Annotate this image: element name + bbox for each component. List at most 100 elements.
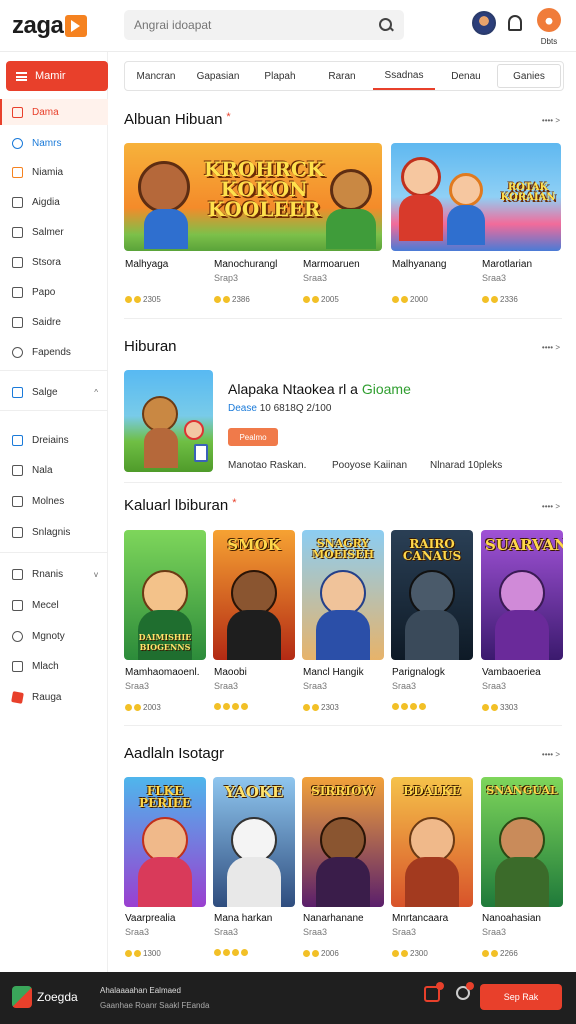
pin-icon bbox=[12, 196, 23, 208]
sidebar-item-16[interactable]: Mecel bbox=[0, 592, 108, 618]
sidebar-item-14[interactable]: Snlagnis bbox=[0, 519, 108, 545]
sidebar-item-13[interactable]: Molnes bbox=[0, 488, 108, 514]
tile-art-text: RAIRO CANAUS bbox=[402, 537, 462, 563]
card-title[interactable]: Parignalogk bbox=[392, 667, 445, 678]
coin-icon bbox=[232, 703, 239, 710]
card-title[interactable]: Malhyaga bbox=[125, 259, 168, 270]
coin-icon bbox=[410, 703, 417, 710]
tab-6[interactable]: Denau bbox=[435, 62, 497, 90]
sidebar-item-11[interactable]: Dreiains bbox=[0, 427, 108, 453]
card-subtitle: Sraa3 bbox=[303, 927, 328, 937]
footer-cta-button[interactable]: Sep Rak bbox=[480, 984, 562, 1010]
game-tile[interactable]: BDALKE bbox=[391, 777, 473, 907]
tab-4[interactable]: Raran bbox=[311, 62, 373, 90]
chevron-up-icon: ^ bbox=[94, 387, 98, 397]
see-more-link[interactable]: •••• > bbox=[542, 750, 560, 759]
character-body bbox=[227, 610, 281, 660]
sidebar-item-18[interactable]: Mlach bbox=[0, 653, 108, 679]
rating-value: 2005 bbox=[321, 295, 339, 304]
featured-game-image[interactable] bbox=[124, 370, 213, 472]
card-rating bbox=[392, 703, 428, 710]
see-more-link[interactable]: •••• > bbox=[542, 502, 560, 511]
card-title[interactable]: Mancl Hangik bbox=[303, 667, 364, 678]
game-tile[interactable]: SMOK bbox=[213, 530, 295, 660]
tile-art-text: DAIMISHIE BIOGENNS bbox=[138, 632, 192, 652]
tab-1[interactable]: Mancran bbox=[125, 62, 187, 90]
coin-icon bbox=[223, 703, 230, 710]
card-title[interactable]: Mana harkan bbox=[214, 913, 272, 924]
game-tile[interactable]: SUARVAN bbox=[481, 530, 563, 660]
sidebar-item-5[interactable]: Salmer bbox=[0, 219, 108, 245]
footer-logo-icon[interactable] bbox=[12, 986, 32, 1008]
game-tile[interactable]: SNANGUAL bbox=[481, 777, 563, 907]
game-banner-2[interactable]: ROTAK KORAIAN bbox=[391, 143, 561, 251]
sidebar-group-2[interactable]: Rnanis v bbox=[0, 561, 108, 587]
featured-sub-text: 10 6818Q 2/100 bbox=[259, 403, 332, 414]
card-title[interactable]: Maoobi bbox=[214, 667, 247, 678]
tab-5-active[interactable]: Ssadnas bbox=[373, 62, 435, 90]
kid-character-icon bbox=[184, 420, 204, 440]
card-title[interactable]: Nanarhanane bbox=[303, 913, 364, 924]
sidebar-item-7[interactable]: Papo bbox=[0, 279, 108, 305]
sidebar-item-label: Papo bbox=[32, 286, 56, 298]
sidebar-item-label: Niamia bbox=[32, 166, 64, 178]
sidebar-item-home[interactable]: Dama bbox=[0, 99, 108, 125]
menu-button[interactable]: Mamir bbox=[6, 61, 108, 91]
card-title[interactable]: Mamhaomaoenl. bbox=[125, 667, 199, 678]
game-tile[interactable]: DAIMISHIE BIOGENNS bbox=[124, 530, 206, 660]
sidebar-item-4[interactable]: Aigdia bbox=[0, 189, 108, 215]
search-icon[interactable] bbox=[378, 17, 394, 33]
game-tile[interactable]: RAIRO CANAUS bbox=[391, 530, 473, 660]
game-banner-1[interactable]: KROHRCK KOKON KOOLEER bbox=[124, 143, 382, 251]
coin-icon bbox=[312, 704, 319, 711]
logo-text: zaga bbox=[12, 12, 64, 39]
tab-2[interactable]: Gapasian bbox=[187, 62, 249, 90]
featured-meta-2: Pooyose Kaiinan bbox=[332, 460, 408, 471]
tab-3[interactable]: Plapah bbox=[249, 62, 311, 90]
card-subtitle: Sraa3 bbox=[303, 273, 328, 283]
sidebar-item-6[interactable]: Stsora bbox=[0, 249, 108, 275]
profile-avatar[interactable] bbox=[472, 11, 496, 35]
search-bar[interactable] bbox=[124, 10, 404, 40]
brand-logo[interactable]: zaga bbox=[12, 12, 88, 40]
featured-title[interactable]: Alapaka Ntaokea rl a Gioame bbox=[228, 381, 411, 397]
sidebar-item-3[interactable]: Niamia bbox=[0, 159, 108, 185]
footer-brand[interactable]: Zoegda bbox=[37, 990, 78, 1004]
sidebar-item-12[interactable]: Nala bbox=[0, 457, 108, 483]
see-more-link[interactable]: •••• > bbox=[542, 343, 560, 352]
card-title[interactable]: Marmoaruen bbox=[303, 259, 360, 270]
game-tile[interactable]: SIRRIOW bbox=[302, 777, 384, 907]
rating-value: 2305 bbox=[143, 295, 161, 304]
sidebar-item-9[interactable]: Fapends bbox=[0, 339, 108, 365]
user-avatar[interactable] bbox=[537, 8, 561, 32]
tab-7[interactable]: Ganies bbox=[497, 64, 561, 88]
game-tile[interactable]: YAOKE bbox=[213, 777, 295, 907]
sidebar: Mamir Dama Namrs Niamia Aigdia Salmer St… bbox=[0, 52, 108, 972]
card-rating bbox=[214, 703, 250, 710]
card-title[interactable]: Manochurangl bbox=[214, 259, 277, 270]
sidebar-group-1[interactable]: Salge ^ bbox=[0, 379, 108, 405]
sidebar-item-2[interactable]: Namrs bbox=[0, 130, 108, 156]
featured-tag-button[interactable]: Pealmo bbox=[228, 428, 278, 446]
notification-icon[interactable] bbox=[508, 15, 522, 31]
coin-icon bbox=[214, 949, 221, 956]
globe-icon bbox=[12, 137, 23, 149]
card-title[interactable]: Mnrtancaara bbox=[392, 913, 448, 924]
sidebar-item-19[interactable]: Rauga bbox=[0, 684, 108, 710]
card-title[interactable]: Marotlarian bbox=[482, 259, 532, 270]
featured-meta-3: Nlnarad 10pleks bbox=[430, 460, 503, 471]
card-title[interactable]: Vambaoeriea bbox=[482, 667, 541, 678]
sidebar-item-8[interactable]: Saidre bbox=[0, 309, 108, 335]
search-input[interactable] bbox=[134, 18, 378, 32]
game-tile[interactable]: FLKE PERIEE bbox=[124, 777, 206, 907]
sidebar-item-17[interactable]: Mgnoty bbox=[0, 623, 108, 649]
card-title[interactable]: Nanoahasian bbox=[482, 913, 541, 924]
coin-icon bbox=[241, 703, 248, 710]
sidebar-item-label: Salge bbox=[32, 386, 58, 398]
card-title[interactable]: Vaarprealia bbox=[125, 913, 175, 924]
card-rating: 2336 bbox=[482, 295, 518, 304]
card-title[interactable]: Malhyanang bbox=[392, 259, 446, 270]
game-tile[interactable]: SNAGRY MOEISEH bbox=[302, 530, 384, 660]
see-more-link[interactable]: •••• > bbox=[542, 116, 560, 125]
sidebar-item-label: Mgnoty bbox=[32, 630, 65, 642]
